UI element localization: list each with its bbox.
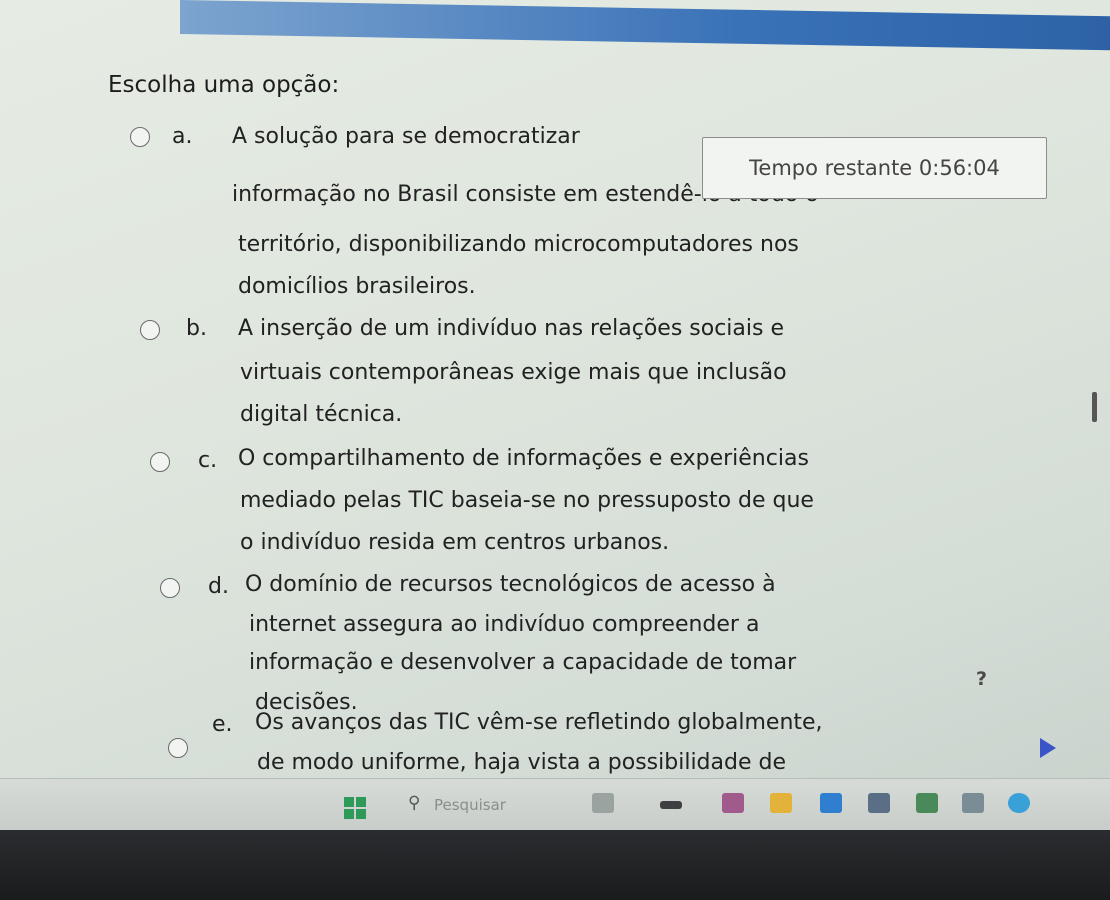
- option-d-letter: d.: [208, 574, 229, 599]
- option-e-letter: e.: [212, 712, 233, 737]
- screen: Escolha uma opção: a. A solução para se …: [0, 0, 1110, 830]
- taskbar-search-input[interactable]: Pesquisar: [434, 796, 506, 814]
- question-prompt: Escolha uma opção:: [108, 72, 340, 98]
- radio-option-c[interactable]: [150, 452, 170, 472]
- radio-option-e[interactable]: [168, 738, 188, 758]
- option-d-line-3: informação e desenvolver a capacidade de…: [249, 650, 797, 675]
- option-c-line-1: O compartilhamento de informações e expe…: [238, 446, 809, 471]
- windows-start-icon[interactable]: [344, 797, 366, 819]
- option-b-line-3: digital técnica.: [240, 402, 403, 427]
- option-b-letter: b.: [186, 316, 207, 341]
- edge-browser-icon[interactable]: [820, 793, 842, 813]
- task-view-icon[interactable]: [592, 793, 614, 813]
- search-icon[interactable]: ⚲: [408, 793, 420, 813]
- help-icon[interactable]: ?: [976, 668, 987, 690]
- taskbar: ⚲ Pesquisar: [0, 778, 1110, 830]
- option-c-line-3: o indivíduo resida em centros urbanos.: [240, 530, 670, 555]
- option-b-line-1: A inserção de um indivíduo nas relações …: [238, 316, 785, 341]
- mouse-cursor-icon: [1040, 738, 1056, 758]
- option-d-line-1: O domínio de recursos tecnológicos de ac…: [245, 572, 776, 597]
- option-a-line-1: A solução para se democratizar: [232, 124, 580, 149]
- radio-option-b[interactable]: [140, 320, 160, 340]
- option-e-line-2: de modo uniforme, haja vista a possibili…: [257, 750, 786, 775]
- widgets-icon[interactable]: [660, 801, 682, 809]
- option-e-line-1: Os avanços das TIC vêm-se refletindo glo…: [255, 710, 823, 735]
- store-icon[interactable]: [868, 793, 890, 813]
- option-b-line-2: virtuais contemporâneas exige mais que i…: [240, 360, 787, 385]
- app-icon-grey[interactable]: [962, 793, 984, 813]
- radio-option-a[interactable]: [130, 127, 150, 147]
- option-a-line-4: domicílios brasileiros.: [238, 274, 476, 299]
- monitor-bezel: [0, 830, 1110, 900]
- option-d-line-2: internet assegura ao indivíduo compreend…: [249, 612, 760, 637]
- file-explorer-icon[interactable]: [770, 793, 792, 813]
- option-a-letter: a.: [172, 124, 193, 149]
- radio-option-d[interactable]: [160, 578, 180, 598]
- chrome-icon[interactable]: [1008, 793, 1030, 813]
- option-c-line-2: mediado pelas TIC baseia-se no pressupos…: [240, 488, 814, 513]
- app-icon-green[interactable]: [916, 793, 938, 813]
- option-a-line-3: território, disponibilizando microcomput…: [238, 232, 799, 257]
- option-c-letter: c.: [198, 448, 218, 473]
- chat-icon[interactable]: [722, 793, 744, 813]
- time-remaining-box: Tempo restante 0:56:04: [702, 137, 1047, 199]
- top-header-band: [180, 0, 1110, 51]
- scrollbar-thumb[interactable]: [1092, 392, 1097, 422]
